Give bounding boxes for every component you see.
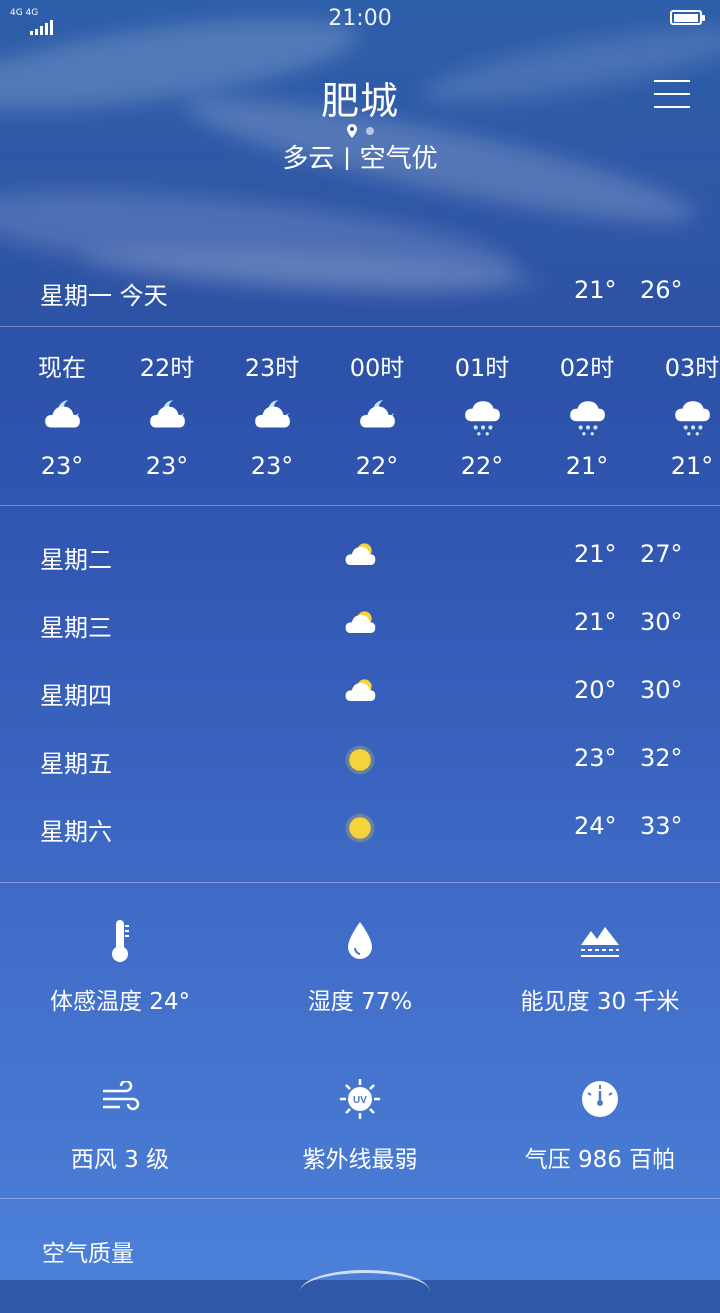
day-low-temp: 23° [574,744,617,772]
hour-label: 03时 [664,354,720,382]
detail-item: 西风 3 级 [0,1068,240,1174]
hourly-item: 23时 23° [222,348,322,480]
city-name[interactable]: 肥城 [0,70,720,125]
divider [0,882,720,883]
location-pin-icon [347,124,357,138]
thermometer-icon [0,910,240,972]
hour-label: 01时 [454,354,510,382]
daily-row[interactable]: 星期六 24° 33° [0,792,720,860]
droplet-icon [240,910,480,972]
day-name: 星期四 [40,682,112,710]
today-label: 星期一 今天 [40,282,168,310]
today-high-temp: 26° [640,276,683,304]
daily-row[interactable]: 星期三 21° 30° [0,588,720,656]
pressure-gauge-icon [480,1068,720,1130]
day-low-temp: 24° [574,812,617,840]
day-high-temp: 32° [640,744,683,772]
partly-cloudy-icon [340,536,380,576]
hour-temp: 23° [250,452,294,480]
divider [0,1198,720,1199]
hourly-item: 现在 23° [12,348,112,480]
day-name: 星期三 [40,614,112,642]
day-name: 星期六 [40,818,112,846]
hour-temp: 21° [565,452,609,480]
hour-temp: 21° [670,452,714,480]
detail-item: 能见度 30 千米 [480,910,720,1016]
menu-button[interactable] [654,78,690,110]
hour-temp: 23° [145,452,189,480]
hour-temp: 23° [40,452,84,480]
weather-summary: 多云 | 空气优 [282,144,438,170]
day-high-temp: 30° [640,608,683,636]
hour-label: 22时 [139,354,195,382]
night-partly-cloudy-icon [12,382,112,452]
divider [0,326,720,327]
detail-text: 西风 3 级 [70,1147,170,1173]
hourly-item: 01时 22° [432,348,532,480]
day-name: 星期五 [40,750,112,778]
hour-label: 现在 [38,354,86,382]
light-rain-icon [432,382,532,452]
detail-item: UV 紫外线最弱 [240,1068,480,1174]
daily-row[interactable]: 星期四 20° 30° [0,656,720,724]
svg-text:UV: UV [353,1095,367,1106]
status-bar: 4G 4G 21:00 [0,0,720,38]
daily-forecast[interactable]: 星期二 21° 27° 星期三 21° 30° 星期四 20° 30° 星期五 23°… [0,520,720,860]
light-rain-icon [642,382,720,452]
detail-text: 能见度 30 千米 [520,989,680,1015]
day-low-temp: 21° [574,540,617,568]
daily-row[interactable]: 星期五 23° 32° [0,724,720,792]
detail-text: 气压 986 百帕 [524,1147,676,1173]
air-quality-gauge [300,1270,430,1313]
wind-icon [0,1068,240,1130]
hour-temp: 22° [355,452,399,480]
weather-details: 体感温度 24° 湿度 77% 能见度 30 千米 西风 3 级 UV 紫外线最弱… [0,890,720,1190]
hourly-item: 02时 21° [537,348,637,480]
night-partly-cloudy-icon [327,382,427,452]
partly-cloudy-icon [340,604,380,644]
day-high-temp: 30° [640,676,683,704]
sunny-icon [340,808,380,848]
uv-sun-icon: UV [240,1068,480,1130]
detail-text: 湿度 77% [307,989,413,1015]
day-low-temp: 20° [574,676,617,704]
hour-label: 00时 [349,354,405,382]
hourly-item: 03时 21° [642,348,720,480]
detail-text: 紫外线最弱 [302,1147,418,1173]
hourly-item: 00时 22° [327,348,427,480]
detail-item: 湿度 77% [240,910,480,1016]
hour-label: 23时 [244,354,300,382]
battery-icon [670,10,705,25]
divider [0,505,720,506]
detail-item: 体感温度 24° [0,910,240,1016]
hourly-item: 22时 23° [117,348,217,480]
hour-label: 02时 [559,354,615,382]
day-name: 星期二 [40,546,112,574]
detail-item: 气压 986 百帕 [480,1068,720,1174]
page-indicator[interactable] [0,124,720,138]
partly-cloudy-icon [340,672,380,712]
hourly-forecast[interactable]: 现在 23° 22时 23° 23时 23° 00时 22° 01时 22° 02时 21… [0,328,720,504]
day-high-temp: 27° [640,540,683,568]
today-row[interactable]: 星期一 今天 21° 26° [0,276,720,314]
air-quality-title: 空气质量 [42,1241,134,1267]
daily-row[interactable]: 星期二 21° 27° [0,520,720,588]
detail-text: 体感温度 24° [49,989,191,1015]
night-partly-cloudy-icon [222,382,322,452]
page-dot [366,127,374,135]
night-partly-cloudy-icon [117,382,217,452]
sunny-icon [340,740,380,780]
today-low-temp: 21° [574,276,617,304]
day-high-temp: 33° [640,812,683,840]
light-rain-icon [537,382,637,452]
day-low-temp: 21° [574,608,617,636]
visibility-mountain-icon [480,910,720,972]
hour-temp: 22° [460,452,504,480]
status-time: 21:00 [328,6,392,31]
